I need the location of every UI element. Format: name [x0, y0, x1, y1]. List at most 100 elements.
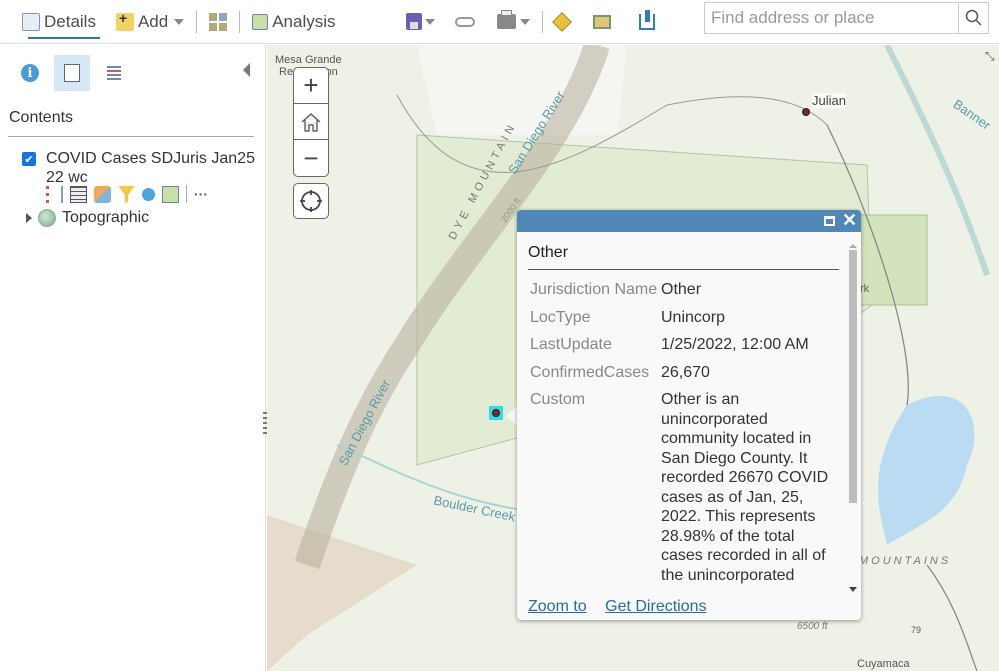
map-label-mesa-grande: Mesa Grande — [275, 54, 342, 66]
details-button[interactable]: Details — [16, 0, 102, 44]
divider — [541, 10, 543, 33]
popup-actions: Zoom to Get Directions — [528, 598, 721, 616]
chevron-down-icon — [174, 18, 185, 25]
layer-tools: ··· — [46, 185, 208, 203]
legend-icon — [107, 66, 121, 80]
fullscreen-icon[interactable]: ⤡ — [985, 49, 995, 64]
content-icon — [64, 64, 80, 82]
maximize-icon[interactable] — [824, 216, 835, 226]
selected-feature-marker[interactable] — [489, 406, 503, 420]
more-options-icon[interactable]: ··· — [194, 186, 208, 202]
add-button[interactable]: + Add — [110, 0, 190, 44]
map-label-mountains: MOUNTAINS — [859, 555, 952, 567]
add-icon: + — [115, 10, 134, 31]
details-icon — [22, 12, 40, 31]
save-icon — [405, 13, 422, 30]
scroll-down-icon[interactable] — [849, 587, 857, 592]
chevron-down-icon — [424, 18, 435, 25]
print-icon — [496, 10, 516, 29]
divider — [8, 136, 254, 137]
bookmarks-button[interactable] — [633, 0, 661, 44]
locate-icon — [300, 190, 322, 212]
expand-icon[interactable] — [26, 213, 32, 223]
table-of-contents-icon[interactable] — [46, 185, 63, 203]
zoom-to-link[interactable]: Zoom to — [528, 598, 587, 615]
attribute-value: 26,670 — [661, 363, 710, 381]
close-icon[interactable]: ✕ — [842, 210, 857, 231]
analysis-button[interactable]: Analysis — [246, 0, 341, 44]
scroll-up-icon[interactable] — [849, 244, 857, 248]
directions-button[interactable] — [549, 0, 575, 44]
bookmarks-icon — [638, 9, 655, 30]
attribute-row: Custom Other is an unincorporated communi… — [530, 390, 840, 585]
attribute-row: Jurisdiction Name Other — [530, 280, 840, 300]
get-directions-link[interactable]: Get Directions — [605, 598, 706, 615]
zoom-controls: + − — [293, 67, 329, 177]
apps-button[interactable] — [203, 0, 233, 44]
table-icon[interactable] — [70, 185, 87, 203]
scrollbar-thumb[interactable] — [849, 250, 857, 503]
change-style-icon[interactable] — [94, 185, 111, 203]
attribute-key: Jurisdiction Name — [530, 281, 658, 298]
map-label-elevation: 6500 ft — [797, 621, 828, 632]
popup-header: ✕ — [517, 210, 861, 232]
contents-heading: Contents — [9, 109, 74, 126]
attribute-value: 1/25/2022, 12:00 AM — [661, 336, 809, 353]
sidebar: i Contents ✔ COVID Cases SDJuris Jan25 2… — [0, 45, 266, 671]
perform-analysis-icon[interactable] — [142, 187, 155, 201]
attribute-key: LocType — [530, 308, 591, 326]
locate-button[interactable] — [293, 183, 329, 219]
feature-popup: ✕ Other Jurisdiction Name Other LocType Un… — [517, 210, 861, 620]
tab-legend[interactable] — [96, 55, 132, 91]
layer-visibility-checkbox[interactable]: ✔ — [22, 152, 36, 166]
measure-icon — [592, 14, 611, 29]
analysis-icon — [252, 13, 269, 30]
attribute-value: Unincorp — [661, 308, 726, 326]
basemap-item[interactable]: Topographic — [26, 209, 149, 227]
tab-content[interactable] — [54, 55, 90, 91]
share-link-button[interactable] — [449, 0, 481, 44]
julian-city-dot — [802, 108, 810, 116]
map-label-park: rk — [860, 283, 870, 295]
attribute-key: ConfirmedCases — [530, 363, 650, 381]
attribute-row: LastUpdate 1/25/2022, 12:00 AM — [530, 335, 840, 355]
search-input[interactable] — [705, 3, 958, 33]
layer-name[interactable]: COVID Cases SDJuris Jan25 22 wc — [46, 149, 256, 187]
tab-about[interactable]: i — [12, 55, 48, 91]
add-label: Add — [137, 11, 169, 31]
attribute-key: Custom — [530, 391, 586, 408]
details-label: Details — [44, 11, 96, 31]
map-label-julian: Julian — [812, 93, 846, 108]
popup-attributes: Jurisdiction Name Other LocType Unincorp L… — [530, 280, 840, 594]
measure-button[interactable] — [587, 0, 617, 44]
collapse-sidebar-icon[interactable] — [243, 63, 250, 77]
zoom-out-button[interactable]: − — [294, 140, 328, 176]
feature-point — [492, 409, 500, 417]
item-details-icon[interactable] — [162, 185, 179, 203]
divider — [239, 10, 241, 33]
attribute-row: LocType Unincorp — [530, 308, 840, 328]
home-button[interactable] — [294, 104, 328, 140]
map-label-cuyamaca: Cuyamaca — [857, 658, 910, 670]
plus-icon: + — [303, 70, 319, 100]
search-button[interactable] — [958, 3, 988, 33]
popup-title: Other — [528, 244, 569, 261]
minus-icon: − — [303, 142, 319, 173]
divider — [528, 269, 839, 270]
highway-shield: 79 — [911, 625, 922, 635]
sidebar-tabs: i — [12, 55, 132, 91]
attribute-row: ConfirmedCases 26,670 — [530, 363, 840, 383]
chevron-down-icon — [519, 18, 530, 25]
link-icon — [454, 16, 475, 27]
popup-scrollbar[interactable] — [848, 244, 858, 592]
filter-icon[interactable] — [118, 185, 135, 203]
print-button[interactable] — [491, 0, 536, 44]
save-button[interactable] — [400, 0, 441, 44]
attribute-value: Other — [661, 281, 702, 298]
search-box — [704, 2, 989, 34]
directions-icon — [551, 11, 572, 32]
zoom-in-button[interactable]: + — [294, 68, 328, 104]
basemap-name: Topographic — [62, 209, 150, 226]
attribute-key: LastUpdate — [530, 336, 612, 353]
info-icon: i — [21, 64, 39, 82]
